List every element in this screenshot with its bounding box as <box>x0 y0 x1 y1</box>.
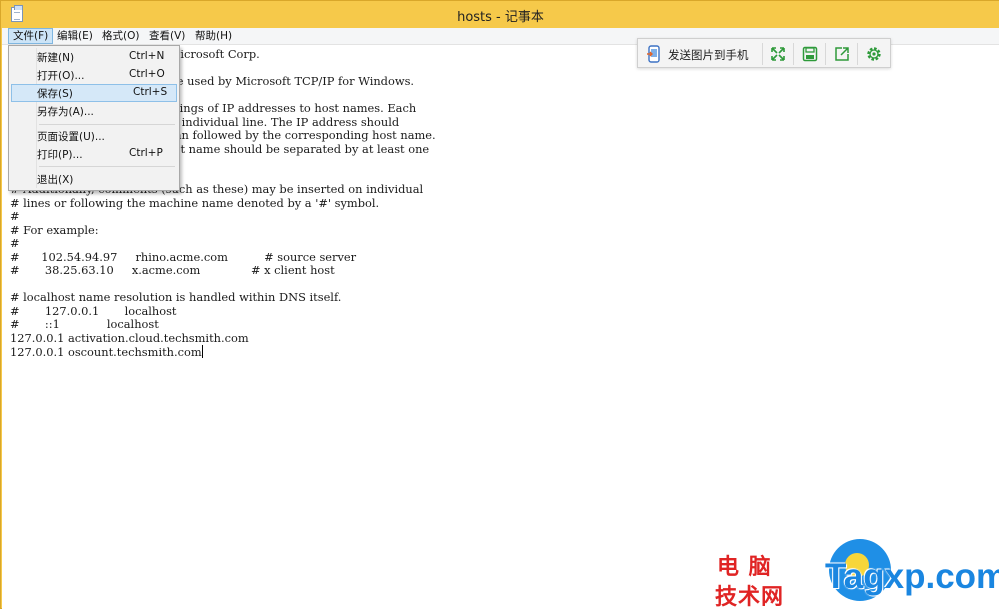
editor-line: # 102.54.94.97 rhino.acme.com # source s… <box>10 249 357 264</box>
editor-line: # 127.0.0.1 localhost <box>10 303 177 318</box>
toolbar-divider <box>762 43 763 65</box>
menu-item-shortcut: Ctrl+P <box>129 147 163 159</box>
menu-item-shortcut: Ctrl+S <box>133 86 168 98</box>
menu-edit[interactable]: 编辑(E) <box>53 28 97 44</box>
menu-separator <box>39 166 175 167</box>
menu-item-label: 新建(N) <box>37 52 75 64</box>
editor-line: # <box>10 236 20 250</box>
editor-last-line: 127.0.0.1 oscount.techsmith.com <box>10 345 436 360</box>
toolbar-divider <box>857 43 858 65</box>
editor-line: # lines or following the machine name de… <box>10 195 380 210</box>
editor-line: # For example: <box>10 222 99 237</box>
watermark-site-name: Tagxp.com <box>825 557 999 596</box>
title-bar[interactable]: hosts - 记事本 <box>1 1 999 28</box>
window-title: hosts - 记事本 <box>457 10 544 25</box>
menu-item-label: 退出(X) <box>37 174 74 186</box>
send-to-phone-label: 发送图片到手机 <box>668 48 749 62</box>
fullscreen-button[interactable] <box>769 45 787 63</box>
menu-help[interactable]: 帮助(H) <box>191 28 236 44</box>
editor-line: # localhost name resolution is handled w… <box>10 290 342 304</box>
menu-item-label: 页面设置(U)... <box>37 131 105 143</box>
watermark-cn-line2: 技术网 <box>715 585 785 609</box>
menu-item-new[interactable]: 新建(N) Ctrl+N <box>11 48 177 66</box>
watermark-logo: 电 脑 技术网 Tagxp.com <box>713 539 999 609</box>
notepad-window: hosts - 记事本 文件(F) 编辑(E) 格式(O) 查看(V) 帮助(H… <box>0 0 999 609</box>
menu-item-save[interactable]: 保存(S) Ctrl+S <box>11 84 177 102</box>
share-button[interactable] <box>833 45 851 63</box>
save-button[interactable] <box>801 45 819 63</box>
menu-format[interactable]: 格式(O) <box>98 28 143 44</box>
menu-item-open[interactable]: 打开(O)... Ctrl+O <box>11 66 177 84</box>
menu-view[interactable]: 查看(V) <box>145 28 189 44</box>
settings-button[interactable] <box>865 45 883 63</box>
menu-item-label: 打开(O)... <box>37 70 85 82</box>
save-icon <box>801 45 819 63</box>
phone-send-icon <box>646 45 662 67</box>
menu-file[interactable]: 文件(F) <box>8 28 54 44</box>
share-icon <box>833 45 851 63</box>
editor-line: # 38.25.63.10 x.acme.com # x client host <box>10 263 335 277</box>
menu-separator <box>39 124 175 125</box>
text-caret <box>201 345 203 358</box>
editor-line: 127.0.0.1 activation.cloud.techsmith.com <box>10 330 249 345</box>
menu-item-label: 另存为(A)... <box>37 106 94 118</box>
fullscreen-icon <box>769 45 787 63</box>
menu-item-print[interactable]: 打印(P)... Ctrl+P <box>11 145 177 163</box>
settings-icon <box>865 45 883 63</box>
toolbar-divider <box>793 43 794 65</box>
menu-item-label: 保存(S) <box>37 88 73 100</box>
menu-item-exit[interactable]: 退出(X) <box>11 170 177 188</box>
toolbar-divider <box>825 43 826 65</box>
menu-item-save-as[interactable]: 另存为(A)... <box>11 102 177 120</box>
editor-line: # <box>10 209 20 223</box>
floating-toolbar: 发送图片到手机 <box>637 38 891 68</box>
watermark-cn-line1: 电 脑 <box>717 555 772 580</box>
menu-item-shortcut: Ctrl+O <box>129 68 165 80</box>
menu-item-label: 打印(P)... <box>37 149 83 161</box>
menu-item-page-setup[interactable]: 页面设置(U)... <box>11 127 177 145</box>
editor-line: # ::1 localhost <box>10 317 159 331</box>
menu-item-shortcut: Ctrl+N <box>129 50 165 62</box>
editor-line: 127.0.0.1 oscount.techsmith.com <box>10 345 202 359</box>
file-menu-dropdown: 新建(N) Ctrl+N 打开(O)... Ctrl+O 保存(S) Ctrl+… <box>8 45 180 191</box>
